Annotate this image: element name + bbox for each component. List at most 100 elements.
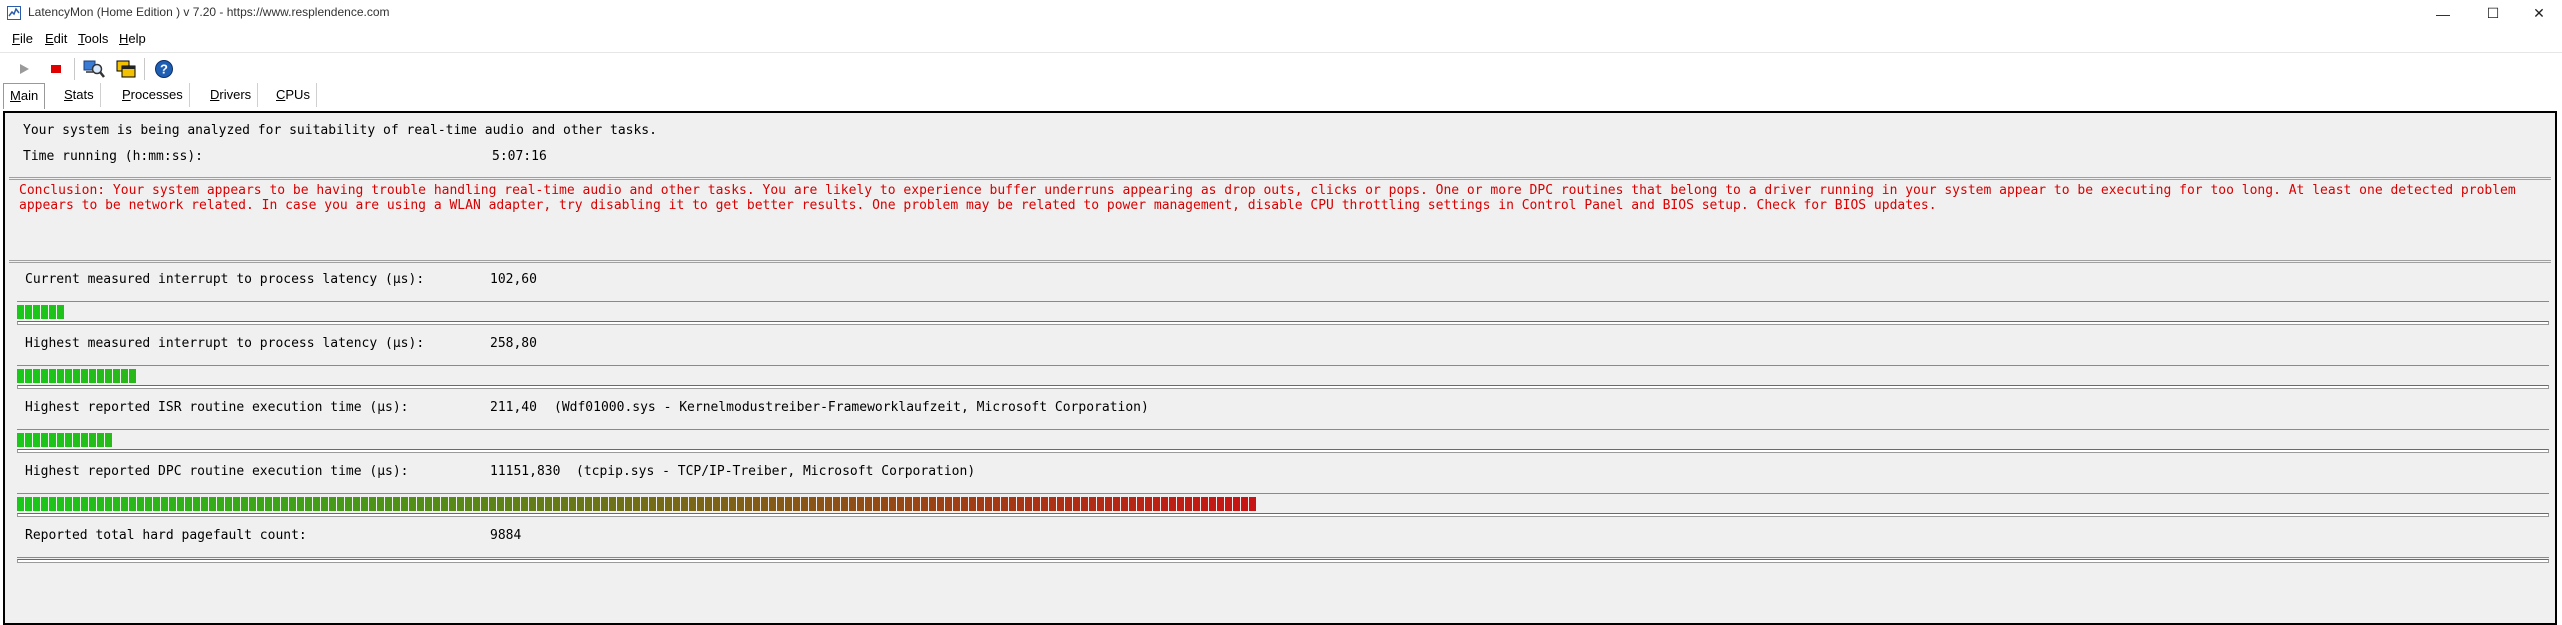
- meter-segment: [489, 497, 496, 511]
- meter-segment: [641, 497, 648, 511]
- meter-segment: [65, 433, 72, 447]
- tab-main-label: ain: [20, 88, 39, 103]
- tab-main[interactable]: Main: [3, 83, 46, 109]
- meter-segment: [201, 497, 208, 511]
- tab-processes[interactable]: Processes: [116, 83, 190, 107]
- latency-meter: [17, 559, 2549, 565]
- meter-segment: [329, 497, 336, 511]
- menu-edit[interactable]: Edit: [45, 31, 67, 46]
- meter-segment: [313, 497, 320, 511]
- menu-file[interactable]: File: [12, 31, 33, 46]
- meter-frame: [17, 559, 2549, 563]
- menu-help-accel: H: [119, 31, 129, 46]
- latency-meter: [17, 303, 2549, 325]
- meter-segment: [753, 497, 760, 511]
- meter-segment: [881, 497, 888, 511]
- meter-segment: [1153, 497, 1160, 511]
- title-bar: LatencyMon (Home Edition ) v 7.20 - http…: [0, 0, 2562, 27]
- windows-button[interactable]: [114, 57, 138, 81]
- meter-segment: [113, 369, 120, 383]
- meter-segment: [633, 497, 640, 511]
- conclusion-text: Conclusion: Your system appears to be ha…: [19, 183, 2516, 213]
- tab-stats-label: tats: [72, 87, 94, 102]
- tab-drivers-accel: D: [210, 87, 220, 102]
- meter-segment: [721, 497, 728, 511]
- meter-segment: [737, 497, 744, 511]
- maximize-button[interactable]: ☐: [2470, 0, 2516, 27]
- meter-segment: [33, 433, 40, 447]
- help-icon: ?: [155, 60, 173, 78]
- meter-segment: [57, 305, 64, 319]
- minimize-button[interactable]: —: [2420, 0, 2466, 27]
- meter-segment: [385, 497, 392, 511]
- meter-segment: [913, 497, 920, 511]
- toolbar-separator: [74, 58, 75, 80]
- meter-segment: [33, 369, 40, 383]
- toolbar-separator: [144, 58, 145, 80]
- start-button[interactable]: [12, 57, 36, 81]
- menu-tools[interactable]: Tools: [78, 31, 108, 46]
- stop-button[interactable]: [44, 57, 68, 81]
- meter-segment: [177, 497, 184, 511]
- latency-meter: [17, 431, 2549, 453]
- tab-cpus-label: PUs: [285, 87, 310, 102]
- meter-segment: [961, 497, 968, 511]
- meter-segment: [761, 497, 768, 511]
- meter-segment: [1105, 497, 1112, 511]
- meter-segment: [145, 497, 152, 511]
- main-panel: Your system is being analyzed for suitab…: [3, 111, 2557, 625]
- meter-segment: [1201, 497, 1208, 511]
- meter-segment: [601, 497, 608, 511]
- tab-processes-label: rocesses: [130, 87, 183, 102]
- meter-segment: [889, 497, 896, 511]
- meter-segment: [97, 433, 104, 447]
- meter-segment: [25, 433, 32, 447]
- meter-segment: [969, 497, 976, 511]
- meter-segment: [801, 497, 808, 511]
- meter-segment: [225, 497, 232, 511]
- meter-segment: [81, 433, 88, 447]
- meter-segment: [33, 305, 40, 319]
- menu-help[interactable]: Help: [119, 31, 146, 46]
- meter-segment: [121, 369, 128, 383]
- meter-segment: [953, 497, 960, 511]
- close-button[interactable]: ✕: [2516, 0, 2562, 27]
- meter-segment: [873, 497, 880, 511]
- tab-cpus[interactable]: CPUs: [270, 83, 317, 107]
- meter-segment: [1249, 497, 1256, 511]
- meter-segment: [713, 497, 720, 511]
- metric-detail: (tcpip.sys - TCP/IP-Treiber, Microsoft C…: [576, 464, 976, 479]
- meter-segment: [705, 497, 712, 511]
- meter-segment: [105, 369, 112, 383]
- metric-value: 102,60: [490, 272, 537, 287]
- meter-segment: [25, 305, 32, 319]
- tab-drivers[interactable]: Drivers: [204, 83, 259, 107]
- menu-file-label: ile: [19, 31, 33, 46]
- help-button[interactable]: ?: [152, 57, 176, 81]
- driver-search-button[interactable]: [82, 57, 106, 81]
- window-title: LatencyMon (Home Edition ) v 7.20 - http…: [28, 5, 390, 19]
- meter-segment: [89, 369, 96, 383]
- meter-segment: [1081, 497, 1088, 511]
- play-icon: [20, 64, 29, 74]
- meter-segment: [425, 497, 432, 511]
- meter-segment: [193, 497, 200, 511]
- maximize-icon: ☐: [2486, 5, 2500, 21]
- meter-segment: [25, 497, 32, 511]
- stop-icon: [51, 65, 61, 73]
- meter-segment: [817, 497, 824, 511]
- meter-segment: [577, 497, 584, 511]
- meter-segment: [513, 497, 520, 511]
- meter-segment: [73, 497, 80, 511]
- tab-processes-accel: P: [122, 87, 131, 102]
- meter-segment: [409, 497, 416, 511]
- meter-segment: [41, 369, 48, 383]
- tab-cpus-accel: C: [276, 87, 286, 102]
- metric-divider: [17, 429, 2549, 430]
- meter-segment: [217, 497, 224, 511]
- tab-stats[interactable]: Stats: [58, 83, 101, 107]
- meter-segment: [289, 497, 296, 511]
- meter-segment: [457, 497, 464, 511]
- menu-bar: File Edit Tools Help: [0, 28, 2562, 50]
- meter-segment: [593, 497, 600, 511]
